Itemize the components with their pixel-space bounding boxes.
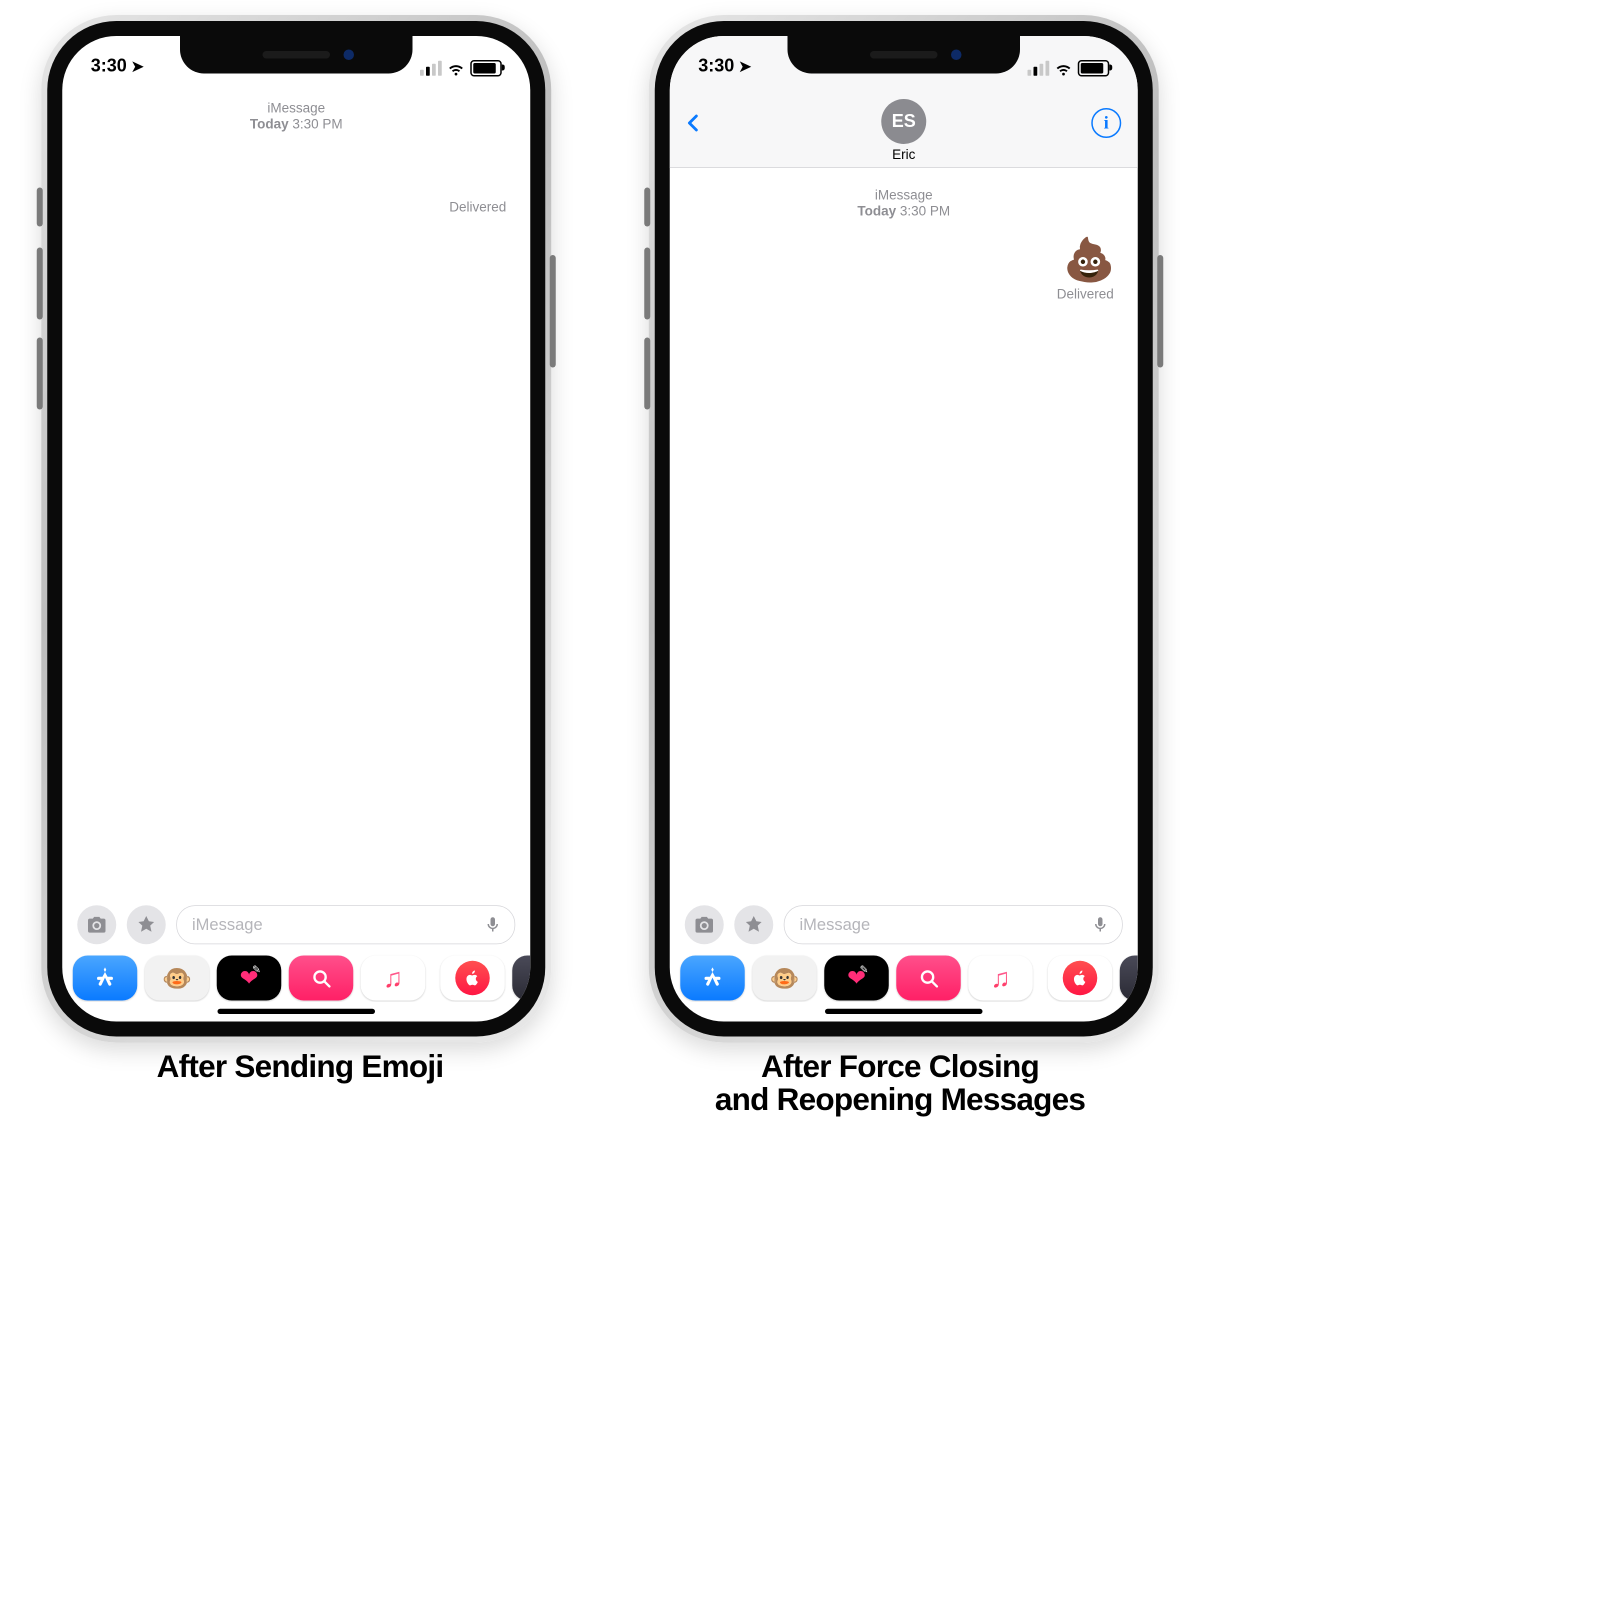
power-button[interactable] [1157,255,1163,368]
tray-app-animoji[interactable]: 🐵 [752,956,817,1001]
status-time: 3:30 [698,56,734,77]
tray-app-animoji[interactable]: 🐵 [145,956,210,1001]
back-button[interactable] [683,108,704,146]
phone-frame-right: 3:30 ➤ ES [649,15,1159,1043]
wifi-icon [448,60,465,77]
home-indicator[interactable] [218,1009,376,1014]
tray-app-music[interactable]: ♫ [968,956,1033,1001]
message-bubble[interactable]: 💩 [670,219,1138,282]
message-input[interactable]: iMessage [176,905,515,944]
location-icon: ➤ [739,57,752,76]
battery-icon [470,60,502,77]
home-indicator[interactable] [825,1009,983,1014]
timestamp-header: iMessage Today 3:30 PM [670,188,1138,220]
caption-right: After Force Closing and Reopening Messag… [600,1050,1200,1116]
tray-app-images[interactable] [289,956,354,1001]
tray-app-images[interactable] [896,956,961,1001]
apps-button[interactable] [734,905,773,944]
cellular-icon [1028,61,1050,76]
cellular-icon [420,61,442,76]
notch [180,36,413,74]
tray-app-partial[interactable]: 🥷 [512,956,530,1001]
poop-emoji-icon: 💩 [1063,239,1115,281]
tray-app-store[interactable] [73,956,138,1001]
imessage-app-tray[interactable]: 🐵 ❤✎ ♫ 🥷 [62,954,530,1002]
conversation-header: ES Eric i [670,81,1138,168]
imessage-app-tray[interactable]: 🐵 ❤✎ ♫ 🥷 [670,954,1138,1002]
volume-down[interactable] [644,338,650,410]
dictate-button[interactable] [480,912,506,938]
message-placeholder: iMessage [192,915,263,935]
tray-app-apple[interactable] [440,956,505,1001]
timestamp-header: iMessage Today 3:30 PM [62,101,530,133]
volume-up[interactable] [644,248,650,320]
dictate-button[interactable] [1088,912,1114,938]
battery-icon [1078,60,1110,77]
conversation-body[interactable]: iMessage Today 3:30 PM 💩 Delivered [670,168,1138,887]
info-button[interactable]: i [1091,108,1121,138]
compose-bar: iMessage [62,900,530,950]
tray-app-apple[interactable] [1048,956,1113,1001]
tray-app-digital-touch[interactable]: ❤✎ [217,956,282,1001]
message-input[interactable]: iMessage [784,905,1123,944]
tray-app-store[interactable] [680,956,745,1001]
mute-switch[interactable] [37,188,43,227]
tray-app-partial[interactable]: 🥷 [1120,956,1138,1001]
status-time: 3:30 [91,56,127,77]
tray-app-music[interactable]: ♫ [361,956,426,1001]
wifi-icon [1055,60,1072,77]
mute-switch[interactable] [644,188,650,227]
contact-name: Eric [892,147,915,163]
message-placeholder: iMessage [800,915,871,935]
contact-chip[interactable]: ES Eric [881,99,926,163]
camera-button[interactable] [685,905,724,944]
volume-down[interactable] [37,338,43,410]
contact-avatar: ES [881,99,926,144]
tray-app-digital-touch[interactable]: ❤✎ [824,956,889,1001]
location-icon: ➤ [131,57,144,76]
camera-button[interactable] [77,905,116,944]
caption-left: After Sending Emoji [0,1050,600,1116]
power-button[interactable] [550,255,556,368]
conversation-body[interactable]: iMessage Today 3:30 PM Delivered [62,81,530,887]
apps-button[interactable] [127,905,166,944]
notch [788,36,1021,74]
delivered-status: Delivered [62,200,530,216]
phone-frame-left: 3:30 ➤ iMessage Today 3:30 PM [41,15,551,1043]
volume-up[interactable] [37,248,43,320]
delivered-status: Delivered [670,287,1138,303]
compose-bar: iMessage [670,900,1138,950]
